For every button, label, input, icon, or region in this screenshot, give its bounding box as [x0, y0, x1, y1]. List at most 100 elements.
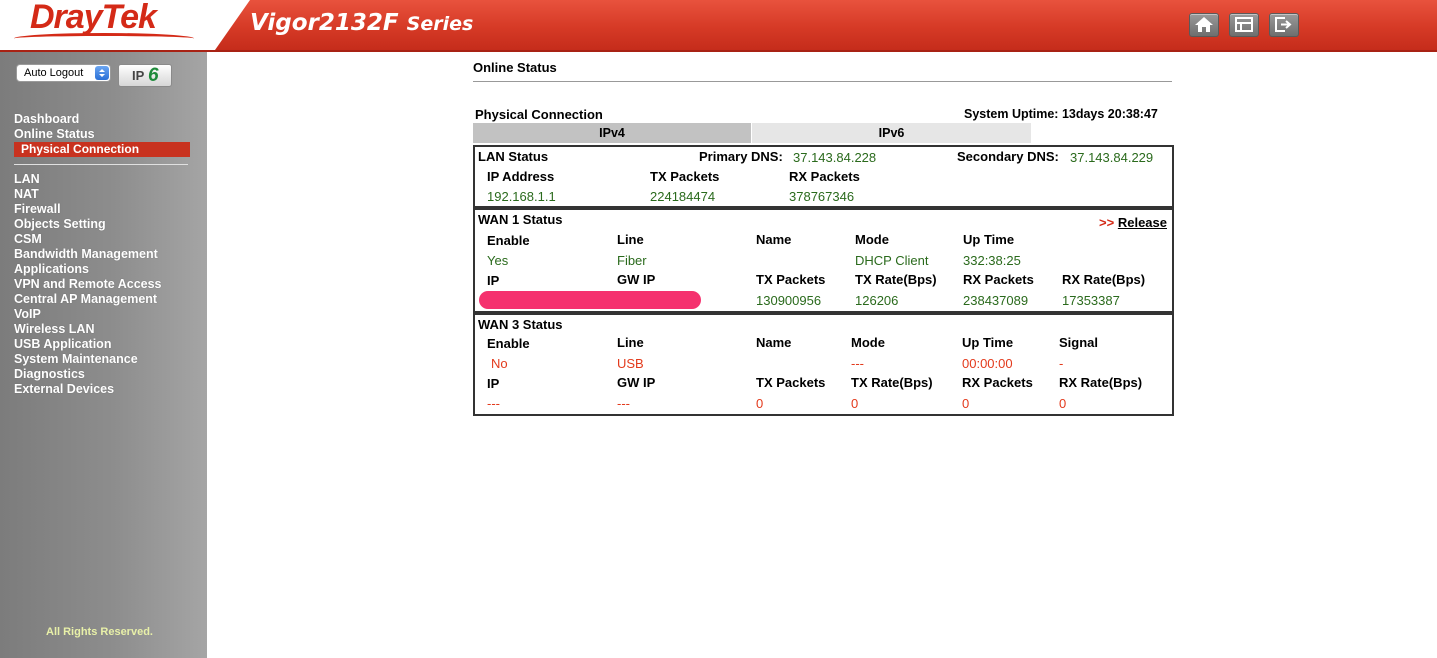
wan3-col-rxpackets: RX Packets	[962, 375, 1033, 390]
wan3-txpackets-value: 0	[756, 396, 764, 411]
nav-divider	[14, 164, 188, 165]
wan3-signal-value: -	[1059, 356, 1064, 371]
wan3-col-signal: Signal	[1059, 335, 1099, 350]
logo-swoosh	[14, 33, 194, 44]
page-title: Online Status	[473, 60, 557, 75]
wan1-status-panel: WAN 1 Status >> Release Enable Line Name…	[473, 208, 1174, 313]
nav-usb-application[interactable]: USB Application	[14, 337, 111, 351]
wan3-rxrate-value: 0	[1059, 396, 1067, 411]
logo-area: DrayTek	[0, 0, 250, 50]
nav-online-status[interactable]: Online Status	[14, 127, 95, 141]
nav-system-maintenance[interactable]: System Maintenance	[14, 352, 138, 366]
logout-icon[interactable]	[1269, 13, 1299, 37]
nav-voip[interactable]: VoIP	[14, 307, 41, 321]
wan1-col-txrate: TX Rate(Bps)	[855, 272, 937, 287]
wan3-col-ip: IP	[487, 376, 500, 391]
tab-ipv6[interactable]: IPv6	[752, 123, 1031, 143]
lan-status-panel: LAN Status Primary DNS: 37.143.84.228 Se…	[473, 145, 1174, 208]
wan3-col-gwip: GW IP	[617, 375, 656, 390]
nav-objects-setting[interactable]: Objects Setting	[14, 217, 106, 231]
wan1-enable-value: Yes	[487, 253, 509, 268]
ipv6-six-text: 6	[148, 65, 159, 86]
physical-connection-heading: Physical Connection	[475, 107, 603, 122]
release-text: Release	[1117, 215, 1167, 230]
wan3-col-mode: Mode	[851, 335, 885, 350]
sidebar: Auto Logout IP 6 Dashboard Online Status…	[0, 52, 207, 658]
home-icon[interactable]	[1189, 13, 1219, 37]
nav-external-devices[interactable]: External Devices	[14, 382, 114, 396]
wan3-col-txpackets: TX Packets	[756, 375, 826, 390]
nav-lan[interactable]: LAN	[14, 172, 40, 186]
tab-ipv4[interactable]: IPv4	[473, 123, 751, 143]
ipv6-ip-text: IP	[132, 68, 145, 83]
title-divider	[473, 81, 1172, 82]
menu-icon[interactable]	[1229, 13, 1259, 37]
lan-tx-value: 224184474	[650, 189, 716, 204]
nav-central-ap[interactable]: Central AP Management	[14, 292, 157, 306]
wan3-gwip-value: ---	[617, 396, 630, 411]
wan1-col-gwip: GW IP	[617, 272, 656, 287]
nav-wireless-lan[interactable]: Wireless LAN	[14, 322, 94, 336]
wan3-mode-value: ---	[851, 356, 864, 371]
wan3-enable-value: No	[491, 356, 508, 371]
lan-col-ip: IP Address	[487, 169, 555, 184]
release-arrows: >>	[1099, 215, 1115, 230]
model-name: Vigor2132F Series	[250, 10, 473, 36]
lan-ip-value: 192.168.1.1	[487, 189, 556, 204]
wan1-col-uptime: Up Time	[963, 232, 1015, 247]
nav-nat[interactable]: NAT	[14, 187, 39, 201]
wan1-col-txpackets: TX Packets	[756, 272, 826, 287]
redacted-ip-bar	[479, 291, 701, 309]
wan3-status-panel: WAN 3 Status Enable Line Name Mode Up Ti…	[473, 313, 1174, 416]
wan1-col-mode: Mode	[855, 232, 889, 247]
lan-status-title: LAN Status	[478, 149, 549, 164]
nav-bandwidth-management[interactable]: Bandwidth Management	[14, 247, 158, 261]
auto-logout-value: Auto Logout	[24, 67, 84, 79]
series-label: Series	[406, 13, 474, 35]
select-arrows-icon	[95, 66, 109, 80]
release-link[interactable]: >> Release	[1099, 215, 1167, 230]
top-banner: DrayTek Vigor2132F Series	[0, 0, 1437, 52]
wan3-col-line: Line	[617, 335, 644, 350]
nav-csm[interactable]: CSM	[14, 232, 42, 246]
secondary-dns-label: Secondary DNS:	[957, 149, 1059, 164]
wan3-ip-value: ---	[487, 396, 500, 411]
wan1-col-rxrate: RX Rate(Bps)	[1062, 272, 1146, 287]
secondary-dns-value: 37.143.84.229	[1070, 150, 1154, 165]
wan3-col-name: Name	[756, 335, 792, 350]
wan3-line-value: USB	[617, 356, 644, 371]
wan1-mode-value: DHCP Client	[855, 253, 929, 268]
model-label: Vigor2132F	[250, 10, 399, 36]
nav-applications[interactable]: Applications	[14, 262, 89, 276]
wan1-line-value: Fiber	[617, 253, 647, 268]
wan1-status-title: WAN 1 Status	[478, 212, 563, 227]
wan3-rxpackets-value: 0	[962, 396, 970, 411]
nav-dashboard[interactable]: Dashboard	[14, 112, 79, 126]
wan1-col-rxpackets: RX Packets	[963, 272, 1034, 287]
wan1-txrate-value: 126206	[855, 293, 899, 308]
wan3-txrate-value: 0	[851, 396, 859, 411]
wan3-col-rxrate: RX Rate(Bps)	[1059, 375, 1143, 390]
nav-diagnostics[interactable]: Diagnostics	[14, 367, 85, 381]
wan1-uptime-value: 332:38:25	[963, 253, 1021, 268]
wan3-status-title: WAN 3 Status	[478, 317, 563, 332]
nav-firewall[interactable]: Firewall	[14, 202, 61, 216]
wan3-uptime-value: 00:00:00	[962, 356, 1013, 371]
wan1-rxpackets-value: 238437089	[963, 293, 1029, 308]
ipv6-button[interactable]: IP 6	[118, 64, 172, 87]
nav-vpn[interactable]: VPN and Remote Access	[14, 277, 162, 291]
nav-physical-connection[interactable]: Physical Connection	[14, 142, 190, 157]
primary-dns-value: 37.143.84.228	[793, 150, 877, 165]
wan3-col-uptime: Up Time	[962, 335, 1014, 350]
lan-rx-value: 378767346	[789, 189, 855, 204]
wan1-txpackets-value: 130900956	[756, 293, 822, 308]
wan3-col-enable: Enable	[487, 336, 530, 351]
lan-col-rx: RX Packets	[789, 169, 860, 184]
primary-dns-label: Primary DNS:	[699, 149, 783, 164]
wan1-col-name: Name	[756, 232, 792, 247]
wan1-col-enable: Enable	[487, 233, 530, 248]
system-uptime: System Uptime: 13days 20:38:47	[964, 107, 1158, 121]
wan3-col-txrate: TX Rate(Bps)	[851, 375, 933, 390]
auto-logout-select[interactable]: Auto Logout	[16, 64, 111, 82]
copyright-text: All Rights Reserved.	[46, 626, 153, 638]
